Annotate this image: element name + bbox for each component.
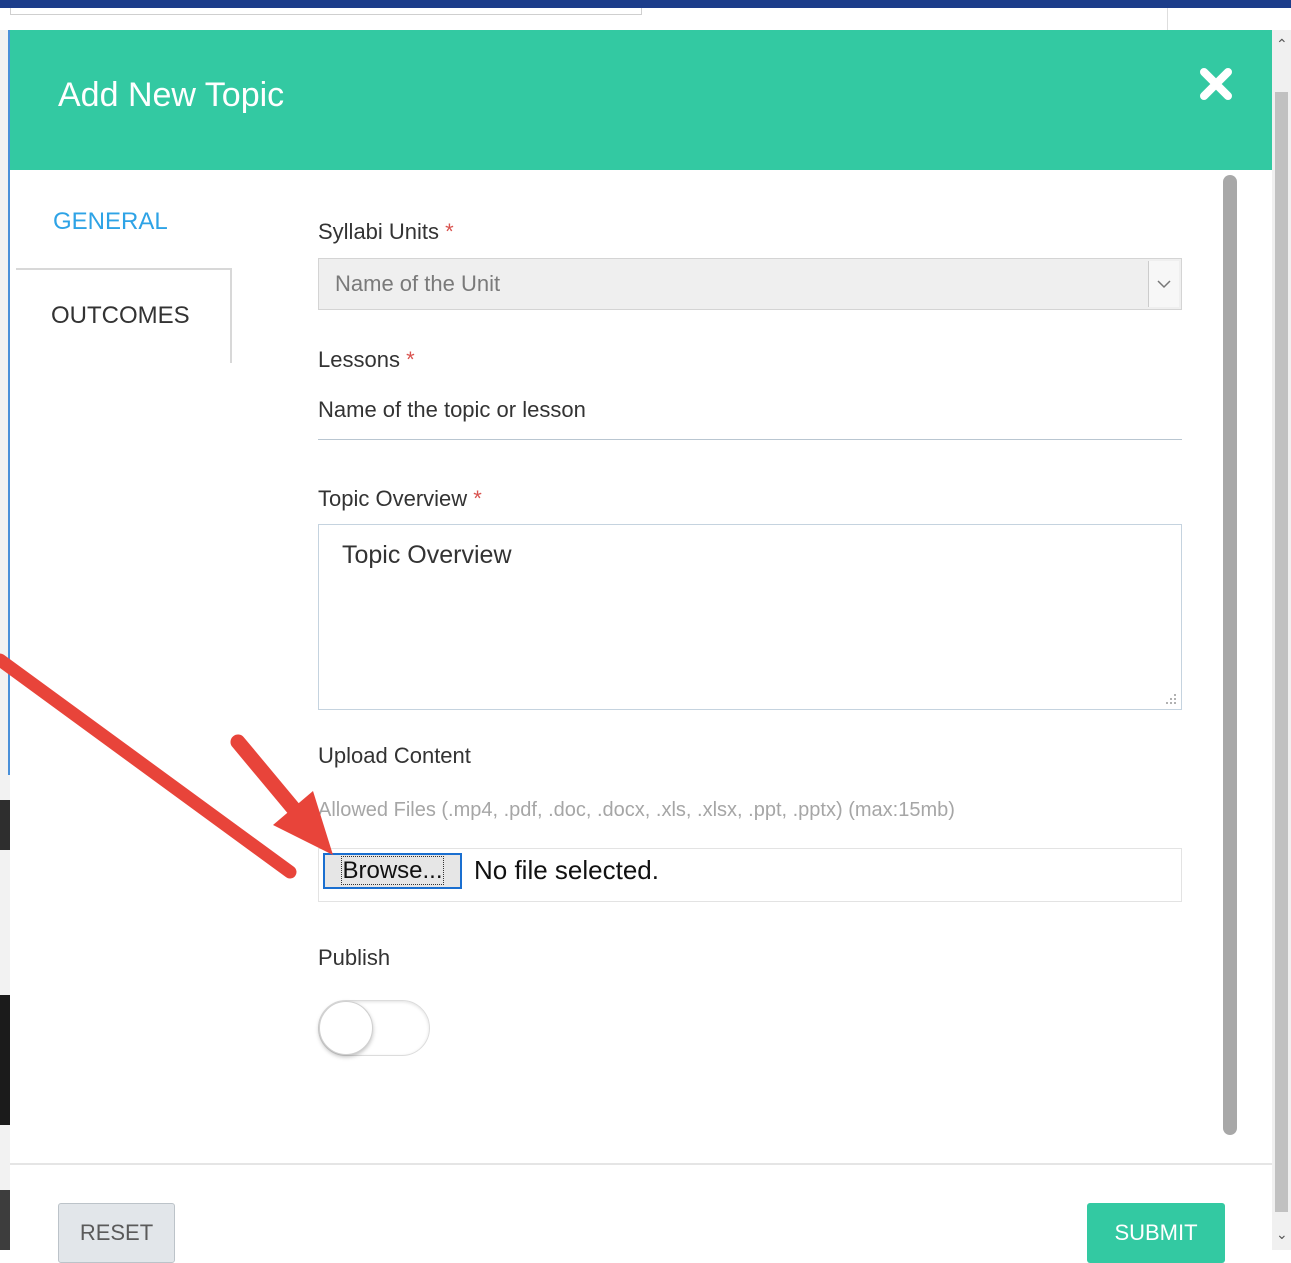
scroll-up-icon[interactable]: ⌃ bbox=[1276, 36, 1288, 53]
tab-outcomes-label: OUTCOMES bbox=[51, 302, 190, 329]
background-block bbox=[0, 800, 10, 850]
allowed-files-hint: Allowed Files (.mp4, .pdf, .doc, .docx, … bbox=[318, 799, 955, 821]
upload-content-label: Upload Content bbox=[318, 743, 471, 768]
topic-overview-textarea[interactable]: Topic Overview bbox=[318, 524, 1182, 710]
tab-general-label: GENERAL bbox=[53, 208, 168, 235]
required-mark: * bbox=[445, 219, 454, 244]
page-scrollbar[interactable]: ⌃ ⌄ bbox=[1272, 30, 1291, 1250]
topic-overview-placeholder: Topic Overview bbox=[342, 541, 512, 569]
syllabi-units-value: Name of the Unit bbox=[335, 271, 501, 296]
publish-toggle[interactable] bbox=[318, 1000, 430, 1056]
required-mark: * bbox=[406, 347, 415, 372]
background-block bbox=[0, 1190, 10, 1250]
background-block bbox=[0, 995, 10, 1125]
lessons-input[interactable]: Name of the topic or lesson bbox=[318, 390, 1182, 440]
add-topic-modal: Add New Topic GENERAL OUTCOMES Syllabi U… bbox=[10, 30, 1272, 1263]
modal-title: Add New Topic bbox=[58, 76, 285, 114]
chevron-down-icon[interactable] bbox=[1148, 261, 1179, 307]
lessons-label: Lessons * bbox=[318, 347, 415, 373]
modal-scrollbar[interactable] bbox=[1223, 175, 1237, 1135]
browse-button-label: Browse... bbox=[341, 856, 444, 885]
toggle-knob bbox=[319, 1001, 373, 1055]
close-icon[interactable] bbox=[1198, 66, 1234, 102]
syllabi-units-label: Syllabi Units * bbox=[318, 219, 454, 245]
syllabi-units-select[interactable]: Name of the Unit bbox=[318, 258, 1182, 310]
topic-overview-label: Topic Overview * bbox=[318, 486, 482, 512]
browser-top-bar bbox=[0, 0, 1291, 8]
file-upload-field[interactable]: Browse... No file selected. bbox=[318, 848, 1182, 902]
reset-button[interactable]: RESET bbox=[58, 1203, 175, 1263]
tab-outcomes[interactable]: OUTCOMES bbox=[16, 270, 232, 363]
file-status: No file selected. bbox=[474, 855, 659, 885]
background-input-edge bbox=[10, 8, 642, 15]
browse-button[interactable]: Browse... bbox=[323, 853, 462, 889]
footer-divider bbox=[10, 1163, 1272, 1165]
background-page-strip bbox=[0, 8, 1291, 31]
topic-overview-label-text: Topic Overview bbox=[318, 486, 468, 511]
tab-general[interactable]: GENERAL bbox=[16, 173, 232, 270]
scroll-down-icon[interactable]: ⌄ bbox=[1276, 1226, 1288, 1243]
page-scrollbar-thumb[interactable] bbox=[1275, 92, 1288, 1212]
required-mark: * bbox=[473, 486, 482, 511]
modal-header: Add New Topic bbox=[10, 30, 1272, 170]
modal-tabs: GENERAL OUTCOMES bbox=[16, 173, 232, 363]
resize-grip-icon[interactable] bbox=[1165, 693, 1177, 705]
submit-button[interactable]: SUBMIT bbox=[1087, 1203, 1225, 1263]
background-divider bbox=[1167, 8, 1168, 30]
syllabi-units-label-text: Syllabi Units bbox=[318, 219, 440, 244]
publish-label: Publish bbox=[318, 945, 391, 970]
lessons-label-text: Lessons bbox=[318, 347, 400, 372]
